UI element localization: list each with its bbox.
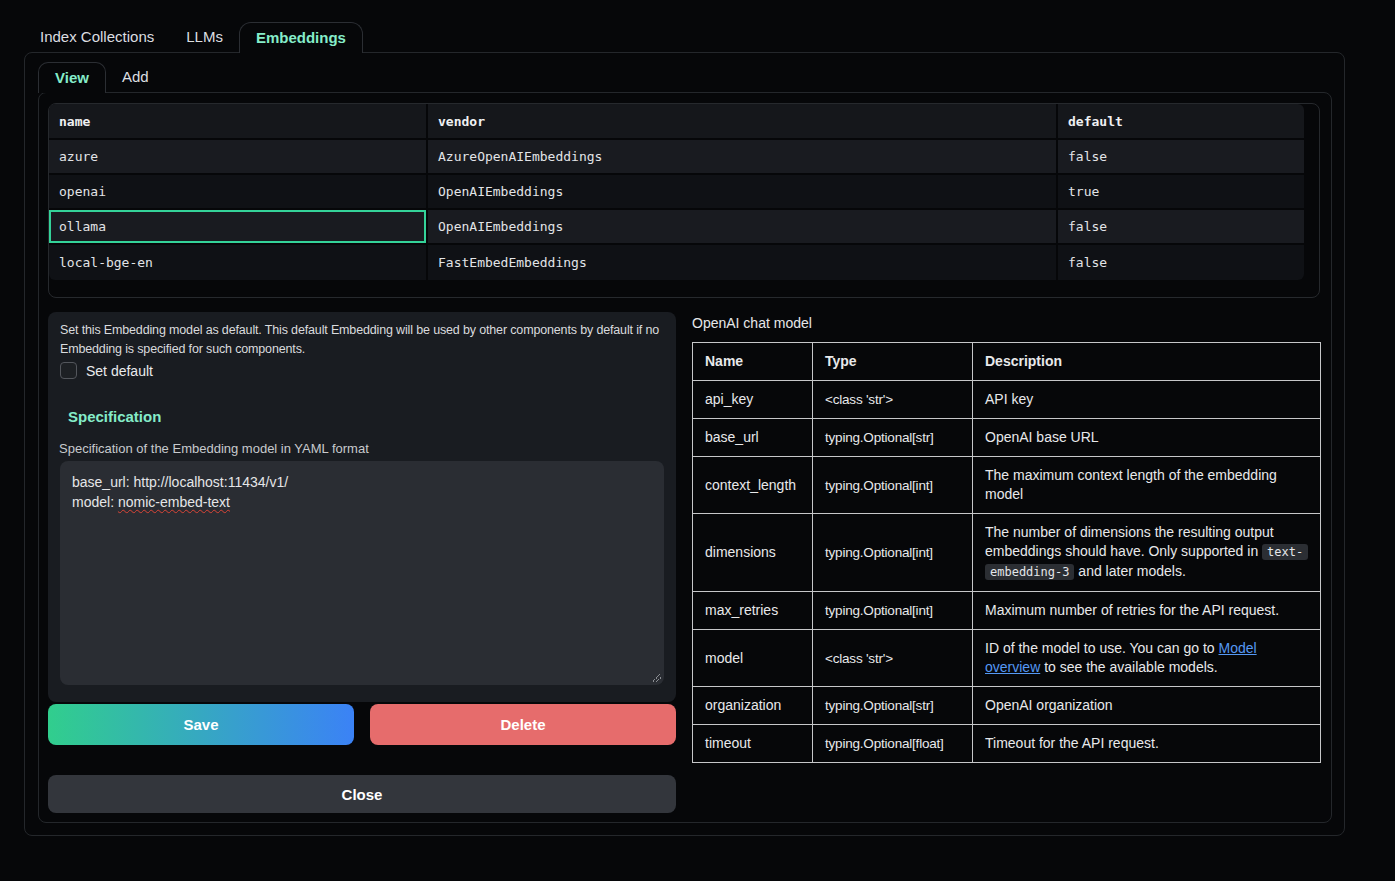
param-description: Maximum number of retries for the API re… <box>973 592 1321 630</box>
param-description: OpenAI organization <box>973 687 1321 725</box>
yaml-line: model: nomic-embed-text <box>72 493 652 513</box>
embeddings-table-row: local-bge-enFastEmbedEmbeddingsfalse <box>49 245 1304 280</box>
set-default-checkbox-row[interactable]: Set default <box>60 362 153 379</box>
param-name: model <box>693 630 813 687</box>
description-text: Timeout for the API request. <box>985 735 1159 751</box>
param-type: typing.Optional[int] <box>813 457 973 514</box>
description-text: ID of the model to use. You can go to <box>985 640 1219 656</box>
param-name: context_length <box>693 457 813 514</box>
param-row: context_lengthtyping.Optional[int] The ma… <box>693 457 1321 514</box>
tab-embeddings[interactable]: Embeddings <box>239 22 363 53</box>
tab-llms[interactable]: LLMs <box>170 22 239 53</box>
column-header-vendor[interactable]: vendor <box>428 104 1058 140</box>
param-type: typing.Optional[float] <box>813 725 973 763</box>
param-description: API key <box>973 381 1321 419</box>
param-header-description: Description <box>973 343 1321 381</box>
param-name: max_retries <box>693 592 813 630</box>
main-tab-bar: Index Collections LLMs Embeddings <box>24 22 363 53</box>
cell-vendor[interactable]: OpenAIEmbeddings <box>428 175 1058 210</box>
embeddings-table-header-row: name vendor default <box>49 104 1304 140</box>
param-name: organization <box>693 687 813 725</box>
param-type: typing.Optional[str] <box>813 687 973 725</box>
cell-name[interactable]: local-bge-en <box>49 245 428 280</box>
description-text: API key <box>985 391 1033 407</box>
cell-default[interactable]: true <box>1058 175 1304 210</box>
embeddings-table-row: openaiOpenAIEmbeddingstrue <box>49 175 1304 210</box>
param-row: organizationtyping.Optional[str] OpenAI o… <box>693 687 1321 725</box>
cell-default[interactable]: false <box>1058 140 1304 175</box>
cell-name[interactable]: azure <box>49 140 428 175</box>
model-info-table: Name Type Description api_key<class 'str… <box>692 342 1321 763</box>
delete-button[interactable]: Delete <box>370 704 676 745</box>
tab-view[interactable]: View <box>38 62 106 93</box>
cell-default[interactable]: false <box>1058 245 1304 280</box>
description-text: The number of dimensions the resulting o… <box>985 524 1274 559</box>
default-description: Set this Embedding model as default. Thi… <box>60 321 674 359</box>
description-text: OpenAI base URL <box>985 429 1099 445</box>
set-default-label: Set default <box>86 363 153 379</box>
param-header-type: Type <box>813 343 973 381</box>
column-header-default[interactable]: default <box>1058 104 1304 140</box>
column-header-name[interactable]: name <box>49 104 428 140</box>
sub-tab-bar: View Add <box>38 62 165 93</box>
set-default-checkbox[interactable] <box>60 362 77 379</box>
specification-caption: Specification of the Embedding model in … <box>59 441 369 456</box>
param-description: Timeout for the API request. <box>973 725 1321 763</box>
model-info-title: OpenAI chat model <box>692 315 812 331</box>
model-info-table-body: api_key<class 'str'>API keybase_urltypin… <box>693 381 1321 763</box>
embeddings-table-body: azureAzureOpenAIEmbeddingsfalseopenaiOpe… <box>49 140 1304 280</box>
cell-name[interactable]: ollama <box>49 210 428 245</box>
default-settings-card: Set this Embedding model as default. Thi… <box>48 312 676 702</box>
param-type: typing.Optional[int] <box>813 514 973 592</box>
embeddings-table-row: azureAzureOpenAIEmbeddingsfalse <box>49 140 1304 175</box>
description-text: to see the available models. <box>1040 659 1217 675</box>
description-text: and later models. <box>1074 563 1185 579</box>
param-row: max_retriestyping.Optional[int] Maximum n… <box>693 592 1321 630</box>
cell-vendor[interactable]: AzureOpenAIEmbeddings <box>428 140 1058 175</box>
cell-vendor[interactable]: OpenAIEmbeddings <box>428 210 1058 245</box>
yaml-text: base_url: http://localhost:11434/v1/ <box>72 474 288 490</box>
param-description: The number of dimensions the resulting o… <box>973 514 1321 592</box>
description-text: The maximum context length of the embedd… <box>985 467 1277 502</box>
yaml-text: model: <box>72 494 118 510</box>
cell-name[interactable]: openai <box>49 175 428 210</box>
param-name: api_key <box>693 381 813 419</box>
action-button-row: Save Delete <box>48 704 676 745</box>
param-header-name: Name <box>693 343 813 381</box>
param-name: base_url <box>693 419 813 457</box>
param-name: timeout <box>693 725 813 763</box>
param-row: api_key<class 'str'> API key <box>693 381 1321 419</box>
yaml-line: base_url: http://localhost:11434/v1/ <box>72 473 652 493</box>
param-name: dimensions <box>693 514 813 592</box>
param-row: timeouttyping.Optional[float] Timeout for… <box>693 725 1321 763</box>
save-button[interactable]: Save <box>48 704 354 745</box>
specification-heading: Specification <box>68 408 161 425</box>
misspelled-word: nomic-embed-text <box>118 494 230 510</box>
description-text: Maximum number of retries for the API re… <box>985 602 1279 618</box>
cell-default[interactable]: false <box>1058 210 1304 245</box>
yaml-editor[interactable]: base_url: http://localhost:11434/v1/mode… <box>60 461 664 685</box>
cell-vendor[interactable]: FastEmbedEmbeddings <box>428 245 1058 280</box>
param-type: <class 'str'> <box>813 381 973 419</box>
param-description: OpenAI base URL <box>973 419 1321 457</box>
embeddings-table-row: ollamaOpenAIEmbeddingsfalse <box>49 210 1304 245</box>
param-row: model<class 'str'>ID of the model to use… <box>693 630 1321 687</box>
model-info-header-row: Name Type Description <box>693 343 1321 381</box>
param-type: <class 'str'> <box>813 630 973 687</box>
tab-index-collections[interactable]: Index Collections <box>24 22 170 53</box>
param-row: base_urltyping.Optional[str] OpenAI base … <box>693 419 1321 457</box>
close-button[interactable]: Close <box>48 775 676 813</box>
tab-add[interactable]: Add <box>106 62 165 93</box>
description-text: OpenAI organization <box>985 697 1113 713</box>
embeddings-table: name vendor default azureAzureOpenAIEmbe… <box>49 104 1304 280</box>
param-row: dimensionstyping.Optional[int] The number… <box>693 514 1321 592</box>
param-description: The maximum context length of the embedd… <box>973 457 1321 514</box>
param-type: typing.Optional[int] <box>813 592 973 630</box>
param-description: ID of the model to use. You can go to Mo… <box>973 630 1321 687</box>
param-type: typing.Optional[str] <box>813 419 973 457</box>
